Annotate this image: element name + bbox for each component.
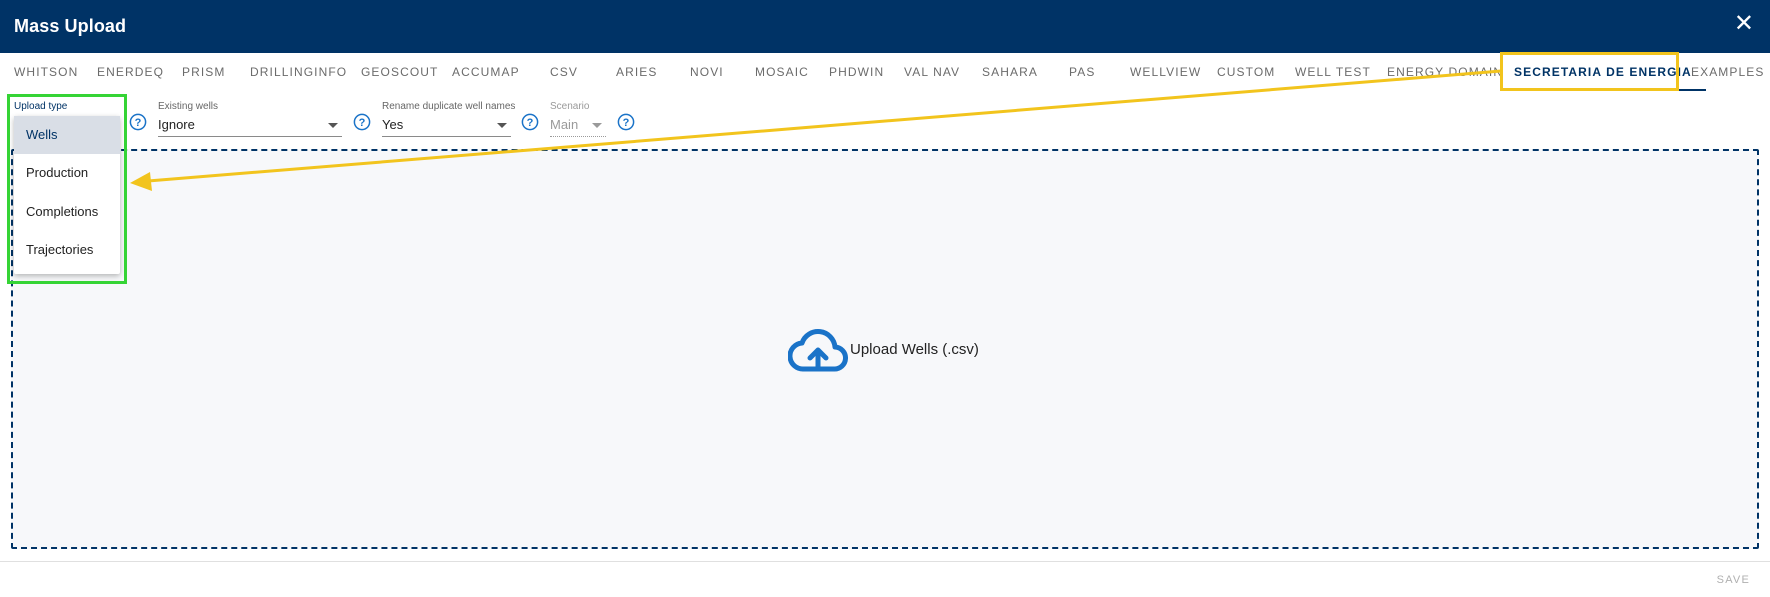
close-icon[interactable]: ✕ bbox=[1734, 12, 1754, 36]
chevron-down-icon bbox=[592, 123, 602, 128]
existing-wells-label: Existing wells bbox=[158, 101, 219, 112]
tab-csv[interactable]: CSV bbox=[550, 53, 578, 91]
highlight-box-upload-type bbox=[7, 94, 127, 284]
rename-duplicates-value: Yes bbox=[382, 117, 404, 132]
tab-pas[interactable]: PAS bbox=[1069, 53, 1095, 91]
scenario-value: Main bbox=[550, 117, 579, 132]
tab-mosaic[interactable]: MOSAIC bbox=[755, 53, 809, 91]
svg-text:?: ? bbox=[359, 117, 366, 129]
chevron-down-icon bbox=[328, 123, 338, 128]
highlight-box-active-tab bbox=[1500, 52, 1679, 91]
help-icon[interactable]: ? bbox=[129, 113, 147, 131]
rename-duplicates-label: Rename duplicate well names bbox=[382, 101, 516, 112]
existing-wells-select[interactable]: Existing wells Ignore bbox=[158, 101, 342, 139]
existing-wells-value: Ignore bbox=[158, 117, 195, 132]
scenario-select: Scenario Main bbox=[550, 101, 606, 139]
tab-sahara[interactable]: SAHARA bbox=[982, 53, 1038, 91]
svg-text:?: ? bbox=[623, 117, 630, 129]
help-icon[interactable]: ? bbox=[353, 113, 371, 131]
tab-enerdeq[interactable]: ENERDEQ bbox=[97, 53, 164, 91]
dialog-header: Mass Upload ✕ bbox=[0, 0, 1770, 53]
tab-accumap[interactable]: ACCUMAP bbox=[452, 53, 520, 91]
tab-prism[interactable]: PRISM bbox=[182, 53, 226, 91]
rename-duplicates-select[interactable]: Rename duplicate well names Yes bbox=[382, 101, 515, 139]
tab-whitson[interactable]: WHITSON bbox=[14, 53, 78, 91]
tab-aries[interactable]: ARIES bbox=[616, 53, 658, 91]
tab-val-nav[interactable]: VAL NAV bbox=[904, 53, 960, 91]
help-icon[interactable]: ? bbox=[521, 113, 539, 131]
footer-divider bbox=[0, 561, 1770, 562]
chevron-down-icon bbox=[497, 123, 507, 128]
scenario-label: Scenario bbox=[550, 101, 590, 112]
upload-text: Upload Wells (.csv) bbox=[850, 341, 979, 358]
svg-text:?: ? bbox=[135, 117, 142, 129]
tab-wellview[interactable]: WELLVIEW bbox=[1130, 53, 1201, 91]
tab-energy-domain[interactable]: ENERGY DOMAIN bbox=[1387, 53, 1503, 91]
tab-geoscout[interactable]: GEOSCOUT bbox=[361, 53, 438, 91]
tab-phdwin[interactable]: PHDWIN bbox=[829, 53, 884, 91]
help-icon[interactable]: ? bbox=[617, 113, 635, 131]
cloud-upload-icon bbox=[788, 329, 848, 372]
save-button[interactable]: SAVE bbox=[1717, 574, 1750, 586]
tab-novi[interactable]: NOVI bbox=[690, 53, 724, 91]
tab-well-test[interactable]: WELL TEST bbox=[1295, 53, 1371, 91]
svg-text:?: ? bbox=[527, 117, 534, 129]
tab-drillinginfo[interactable]: DRILLINGINFO bbox=[250, 53, 347, 91]
dialog-title: Mass Upload bbox=[14, 16, 127, 36]
tab-examples[interactable]: EXAMPLES bbox=[1691, 53, 1765, 91]
tab-custom[interactable]: CUSTOM bbox=[1217, 53, 1275, 91]
